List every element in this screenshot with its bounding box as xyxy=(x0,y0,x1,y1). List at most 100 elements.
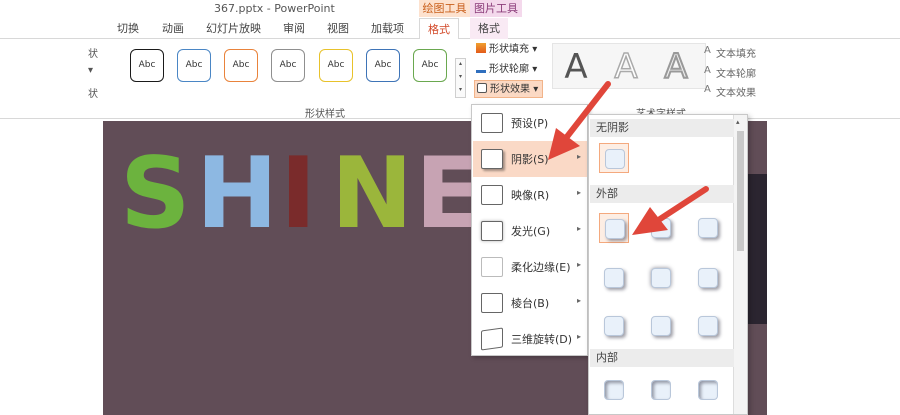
section-header-no-shadow: 无阴影 xyxy=(590,119,734,137)
shape-style-preset[interactable]: Abc xyxy=(319,49,353,82)
preset-icon xyxy=(481,113,503,133)
tab-addins[interactable]: 加载项 xyxy=(371,20,404,36)
text-fill-button[interactable]: 文本填充 xyxy=(716,45,756,60)
chevron-down-icon: ▾ xyxy=(532,44,538,55)
shadow-icon xyxy=(481,149,503,169)
reflection-icon xyxy=(481,185,503,205)
paint-bucket-icon xyxy=(476,43,486,53)
shape-style-preset[interactable]: Abc xyxy=(224,49,258,82)
shadow-preset-outer[interactable] xyxy=(646,311,676,341)
ribbon-left-fragment: 状 xyxy=(88,49,98,60)
soft-edges-icon xyxy=(481,257,503,277)
tab-format-drawing[interactable]: 格式 xyxy=(419,18,459,40)
gallery-scroll-up-icon[interactable]: ▴ xyxy=(457,60,464,68)
chevron-right-icon: ▸ xyxy=(576,152,581,161)
chevron-down-icon: ▾ xyxy=(532,64,538,75)
ribbon: 状 ▾ 状 Abc Abc Abc Abc Abc Abc Abc ▴ ▾ ▾ … xyxy=(0,39,900,120)
menu-item-label: 三维旋转(D) xyxy=(511,333,573,346)
shape-effects-label: 形状效果 xyxy=(490,84,530,95)
ribbon-tabs: 切换 动画 幻灯片放映 审阅 视图 加载项 格式 格式 xyxy=(0,18,900,40)
text-effects-button[interactable]: 文本效果 xyxy=(716,84,756,99)
section-header-inner: 内部 xyxy=(590,349,734,367)
shine-letter-n[interactable]: N xyxy=(331,144,413,244)
shape-outline-label: 形状轮廓 xyxy=(489,64,529,75)
shadow-preset-outer[interactable] xyxy=(599,263,629,293)
shape-style-preset[interactable]: Abc xyxy=(271,49,305,82)
scrollbar-thumb[interactable] xyxy=(737,131,744,251)
chevron-right-icon: ▸ xyxy=(576,224,581,233)
menu-item-label: 棱台(B) xyxy=(511,297,550,310)
ribbon-left-fragment: 状 xyxy=(88,89,98,100)
shape-style-preset[interactable]: Abc xyxy=(130,49,164,82)
glow-icon xyxy=(481,221,503,241)
tab-animations[interactable]: 动画 xyxy=(162,20,184,36)
chevron-down-icon: ▾ xyxy=(533,84,539,95)
shadow-preset-inner[interactable] xyxy=(693,375,723,405)
shadow-preset-outer[interactable] xyxy=(599,213,629,243)
shadow-preset-outer[interactable] xyxy=(599,311,629,341)
shape-effects-button[interactable]: 形状效果 ▾ xyxy=(474,80,544,98)
wordart-preset[interactable]: A xyxy=(555,48,597,86)
tab-slideshow[interactable]: 幻灯片放映 xyxy=(206,20,261,36)
shine-letter-s[interactable]: S xyxy=(120,144,191,244)
wordart-preset[interactable]: A xyxy=(605,47,647,87)
text-outline-button[interactable]: 文本轮廓 xyxy=(716,65,756,80)
gallery-scroll-down-icon[interactable]: ▾ xyxy=(457,73,464,81)
shine-letter-h[interactable]: H xyxy=(196,144,278,244)
text-effects-icon: A xyxy=(704,84,711,95)
submenu-scrollbar[interactable]: ▴ xyxy=(733,115,747,414)
text-outline-icon: A xyxy=(704,65,711,76)
pencil-icon xyxy=(476,63,486,73)
tab-transitions[interactable]: 切换 xyxy=(117,20,139,36)
tab-view[interactable]: 视图 xyxy=(327,20,349,36)
menu-item-reflection[interactable]: 映像(R) ▸ xyxy=(473,177,587,213)
menu-item-shadow[interactable]: 阴影(S) ▸ xyxy=(473,141,587,177)
window-title: 367.pptx - PowerPoint xyxy=(214,2,335,15)
shadow-preset-outer[interactable] xyxy=(693,311,723,341)
shape-outline-button[interactable]: 形状轮廓 ▾ xyxy=(474,61,541,79)
shine-letter-i[interactable]: I xyxy=(280,144,316,244)
shape-style-preset[interactable]: Abc xyxy=(177,49,211,82)
shape-fill-label: 形状填充 xyxy=(489,44,529,55)
menu-item-label: 预设(P) xyxy=(511,117,549,130)
chevron-right-icon: ▸ xyxy=(576,260,581,269)
tab-review[interactable]: 审阅 xyxy=(283,20,305,36)
scroll-up-icon[interactable]: ▴ xyxy=(736,118,740,126)
menu-item-soft-edges[interactable]: 柔化边缘(E) ▸ xyxy=(473,249,587,285)
shape-style-gallery: Abc Abc Abc Abc Abc Abc Abc xyxy=(122,49,456,89)
tab-format-picture[interactable]: 格式 xyxy=(470,18,508,39)
shadow-preset-inner[interactable] xyxy=(646,375,676,405)
menu-item-bevel[interactable]: 棱台(B) ▸ xyxy=(473,285,587,321)
shadow-preset-outer[interactable] xyxy=(646,213,676,243)
shape-fill-button[interactable]: 形状填充 ▾ xyxy=(474,41,541,59)
menu-item-label: 映像(R) xyxy=(511,189,550,202)
wordart-gallery: A A A xyxy=(552,43,706,89)
menu-item-preset[interactable]: 预设(P) xyxy=(473,105,587,141)
shadow-preset-inner[interactable] xyxy=(599,375,629,405)
ribbon-left-fragment: ▾ xyxy=(88,65,94,76)
section-header-outer: 外部 xyxy=(590,185,734,203)
bevel-icon xyxy=(481,293,503,313)
shape-effects-icon xyxy=(477,83,487,93)
menu-item-glow[interactable]: 发光(G) ▸ xyxy=(473,213,587,249)
wordart-preset[interactable]: A xyxy=(655,47,697,87)
context-group-picture-tools: 图片工具 xyxy=(470,0,522,17)
shape-style-preset[interactable]: Abc xyxy=(366,49,400,82)
gallery-more-icon[interactable]: ▾ xyxy=(457,86,464,94)
menu-item-label: 发光(G) xyxy=(511,225,551,238)
3d-rotation-icon xyxy=(481,327,503,351)
text-fill-icon: A xyxy=(704,45,711,56)
shape-style-preset[interactable]: Abc xyxy=(413,49,447,82)
chevron-right-icon: ▸ xyxy=(576,188,581,197)
context-group-drawing-tools: 绘图工具 xyxy=(419,0,470,17)
shadow-preset-outer[interactable] xyxy=(693,213,723,243)
shadow-preset-none[interactable] xyxy=(599,143,629,173)
menu-item-3d-rotation[interactable]: 三维旋转(D) ▸ xyxy=(473,321,587,357)
shadow-submenu: ▴ 无阴影 外部 内部 xyxy=(588,114,748,415)
chevron-right-icon: ▸ xyxy=(576,332,581,341)
chevron-right-icon: ▸ xyxy=(576,296,581,305)
shadow-preset-outer[interactable] xyxy=(646,263,676,293)
shadow-preset-outer[interactable] xyxy=(693,263,723,293)
slide-image-fragment xyxy=(747,174,767,324)
gallery-scrollbar[interactable]: ▴ ▾ ▾ xyxy=(455,58,466,98)
